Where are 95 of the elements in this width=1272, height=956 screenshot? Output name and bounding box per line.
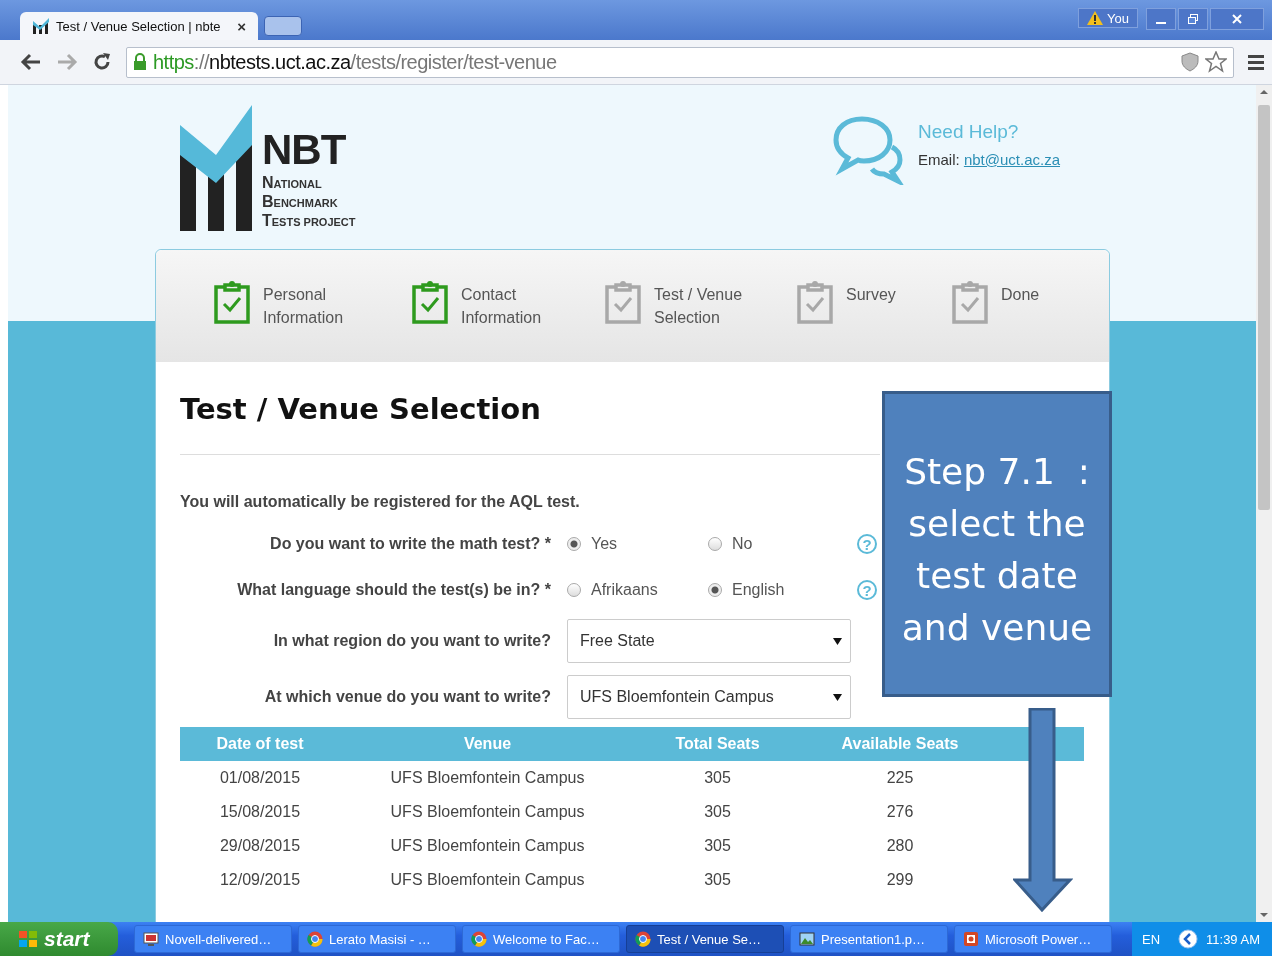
restore-button[interactable] <box>1178 8 1208 30</box>
table-cell-text: 305 <box>703 871 732 889</box>
logo-subtitle: NATIONAL <box>262 174 323 193</box>
question-label: Do you want to write the math test? * <box>269 535 551 553</box>
table-cell-text: 15/08/2015 <box>218 803 302 821</box>
logo-subtitle: BENCHMARK <box>262 193 339 212</box>
logo-subtitle: TESTS PROJECT <box>262 212 356 231</box>
email-label: Email: <box>918 151 960 168</box>
warning-icon <box>1087 11 1104 25</box>
table-cell-text: 12/09/2015 <box>218 871 302 889</box>
browser-icon <box>471 931 487 947</box>
step-label: Done <box>1001 285 1041 305</box>
monitor-icon <box>143 931 159 947</box>
table-cell-text: 01/08/2015 <box>218 769 302 787</box>
step-label: Contact Information <box>461 285 543 328</box>
browser-icon <box>635 931 651 947</box>
profile-button[interactable]: You <box>1078 8 1138 28</box>
star-icon[interactable] <box>1205 51 1227 73</box>
browser-icon <box>307 931 323 947</box>
step-label: Personal Information <box>263 285 345 328</box>
table-cell-text: UFS Bloemfontein Campus <box>389 803 586 821</box>
close-button[interactable] <box>1210 8 1264 30</box>
clock: 11:39 AM <box>1206 931 1260 947</box>
table-cell-text: 280 <box>885 837 915 855</box>
question-label: In what region do you want to write? <box>272 632 551 650</box>
taskbar-button[interactable]: Presentation1.p… <box>790 925 948 953</box>
column-header: Venue <box>462 735 513 753</box>
radio-button[interactable] <box>567 537 581 551</box>
tab-title: Test / Venue Selection | nbte <box>56 18 221 34</box>
dropdown-field[interactable]: Free State <box>567 619 851 663</box>
minimize-icon <box>1156 22 1166 24</box>
dropdown-caret-icon <box>833 637 842 645</box>
table-cell-text: 299 <box>885 871 915 889</box>
logo-title: NBT <box>262 130 347 170</box>
browser-tab[interactable]: Test / Venue Selection | nbte × <box>20 12 258 40</box>
slides-icon <box>963 931 979 947</box>
close-tab-button[interactable]: × <box>237 17 246 35</box>
taskbar-button[interactable]: Welcome to Fac… <box>462 925 620 953</box>
radio-button[interactable] <box>567 583 581 597</box>
radio-button[interactable] <box>708 537 722 551</box>
windows-logo-icon <box>18 930 38 948</box>
url-text: https://nbtests.uct.ac.za/tests/register/test-venue <box>153 50 557 74</box>
picture-icon <box>799 931 815 947</box>
chevron-left-icon[interactable] <box>1178 929 1199 949</box>
taskbar-button[interactable]: Test / Venue Se… <box>626 925 784 953</box>
logo-icon <box>32 18 50 34</box>
start-button[interactable]: start <box>0 922 118 956</box>
menu-icon[interactable] <box>1248 54 1264 70</box>
question-label: At which venue do you want to write? <box>263 688 551 706</box>
taskbar-button[interactable]: Lerato Masisi - … <box>298 925 456 953</box>
radio-option[interactable]: Afrikaans <box>567 581 708 599</box>
scrollbar[interactable] <box>1256 85 1272 922</box>
column-header: Total Seats <box>674 735 761 753</box>
table-cell-text: UFS Bloemfontein Campus <box>389 871 586 889</box>
radio-option[interactable]: No <box>708 535 849 553</box>
help-icon[interactable]: ? <box>857 534 877 554</box>
chat-icon <box>832 115 905 185</box>
notice-text: You will automatically be registered for the AQL test. <box>180 493 581 511</box>
restore-icon <box>1187 13 1199 25</box>
radio-option[interactable]: Yes <box>567 535 708 553</box>
taskbar-button[interactable]: Novell-delivered… <box>134 925 292 953</box>
table-cell-text: 305 <box>703 769 732 787</box>
new-tab-button[interactable] <box>264 16 302 36</box>
table-cell-text: 305 <box>703 837 732 855</box>
step-label: Survey <box>846 285 897 305</box>
table-cell-text: 305 <box>703 803 732 821</box>
radio-button[interactable] <box>708 583 722 597</box>
table-cell-text: 29/08/2015 <box>218 837 302 855</box>
callout-heading: Step 7.1 : <box>903 450 1091 494</box>
radio-option[interactable]: English <box>708 581 849 599</box>
shield-icon[interactable] <box>1181 52 1199 72</box>
table-cell-text: 225 <box>885 769 915 787</box>
column-header: Date of test <box>215 735 305 753</box>
dropdown-field[interactable]: UFS Bloemfontein Campus <box>567 675 851 719</box>
email-link[interactable]: nbt@uct.ac.za <box>963 151 1060 168</box>
reload-icon[interactable] <box>92 52 112 72</box>
minimize-button[interactable] <box>1146 8 1176 30</box>
language-indicator[interactable]: EN <box>1141 931 1161 947</box>
question-label: What language should the test(s) be in? * <box>236 581 551 599</box>
taskbar-button[interactable]: Microsoft Power… <box>954 925 1112 953</box>
address-bar[interactable]: https://nbtests.uct.ac.za/tests/register/test-venue <box>126 46 1234 78</box>
scrollbar-thumb[interactable] <box>1258 105 1270 510</box>
callout-text: select the test date and venue <box>900 502 1094 650</box>
table-cell-text: UFS Bloemfontein Campus <box>389 769 586 787</box>
dropdown-caret-icon <box>833 693 842 701</box>
close-icon <box>1231 13 1243 25</box>
lock-icon <box>133 53 147 71</box>
back-icon[interactable] <box>20 53 42 71</box>
help-icon[interactable]: ? <box>857 580 877 600</box>
table-cell-text: 276 <box>885 803 915 821</box>
page-title: Test / Venue Selection <box>180 392 542 426</box>
step-label: Test / Venue Selection <box>654 285 744 328</box>
column-header: Available Seats <box>840 735 960 753</box>
table-cell-text: UFS Bloemfontein Campus <box>389 837 586 855</box>
help-heading: Need Help? <box>918 121 1020 143</box>
